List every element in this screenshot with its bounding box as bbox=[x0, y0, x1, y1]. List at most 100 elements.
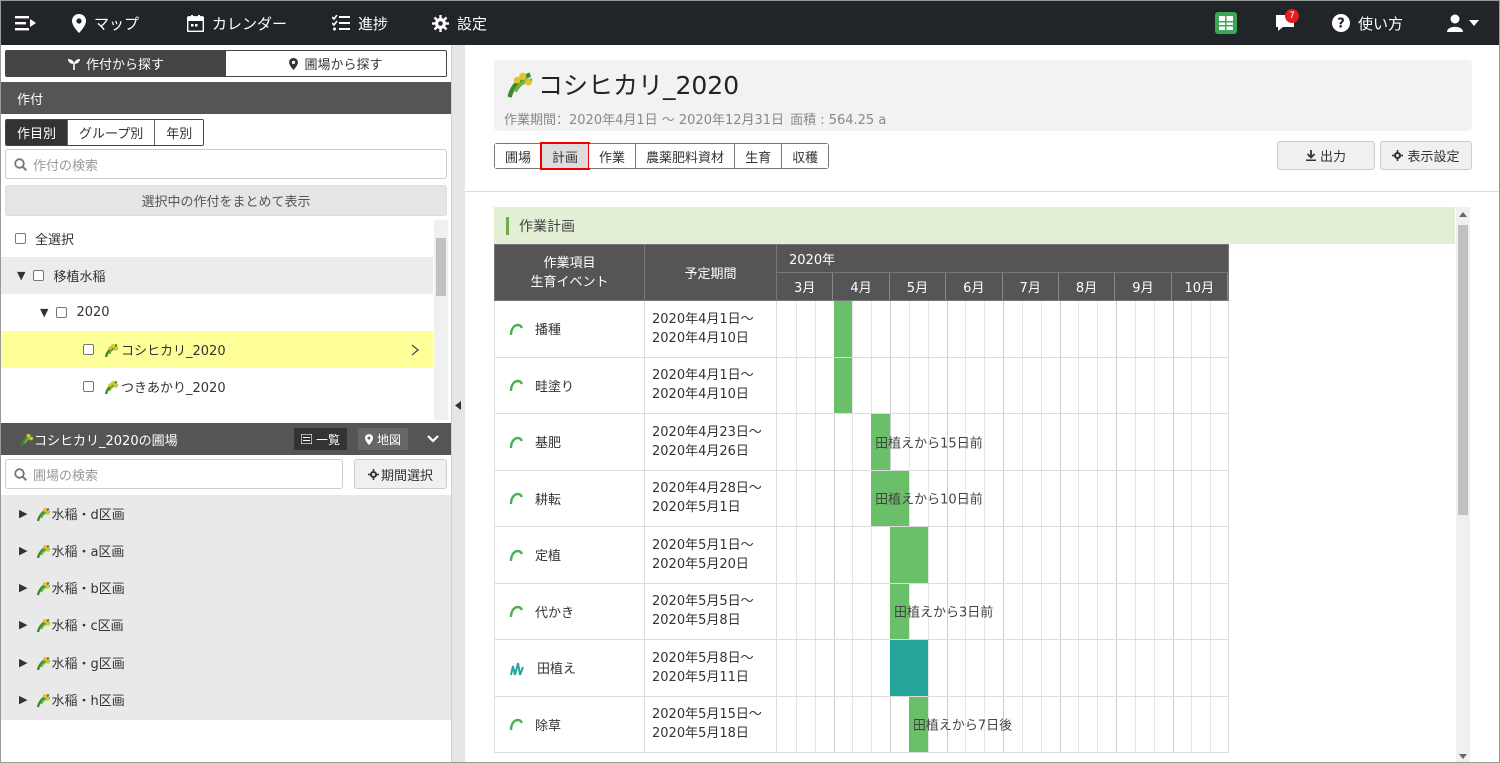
schedule-bar[interactable] bbox=[833, 357, 853, 413]
crop-section-header: 作付 bbox=[1, 82, 451, 114]
sprout-icon bbox=[509, 493, 523, 505]
relative-timing-label: 田植えから10日前 bbox=[875, 492, 983, 508]
grid-line bbox=[1078, 301, 1080, 357]
expand-triangle-icon[interactable]: ▶ bbox=[19, 656, 27, 669]
user-menu[interactable] bbox=[1447, 1, 1487, 45]
scroll-thumb[interactable] bbox=[436, 238, 446, 296]
tab-materials[interactable]: 農薬肥料資材 bbox=[636, 144, 736, 168]
fields-header-title: コシヒカリ_2020の圃場 bbox=[34, 433, 178, 449]
collapse-left-icon[interactable] bbox=[455, 401, 461, 410]
gantt-row[interactable]: 基肥 2020年4月23日〜 2020年4月26日 田植えから15日前 bbox=[494, 413, 1229, 471]
grid-line bbox=[795, 301, 797, 357]
tree-year-row[interactable]: ▼ 2020 bbox=[1, 294, 433, 331]
seedling-icon bbox=[67, 58, 80, 70]
search-by-field-tab[interactable]: 圃場から探す bbox=[226, 51, 446, 76]
tab-by-crop-type[interactable]: 作目別 bbox=[6, 120, 69, 145]
period-cell: 2020年5月5日〜 2020年5月8日 bbox=[644, 582, 777, 640]
tab-plan[interactable]: 計画 bbox=[540, 142, 591, 170]
tab-growth[interactable]: 生育 bbox=[735, 144, 783, 168]
tab-work[interactable]: 作業 bbox=[589, 144, 637, 168]
grid-line bbox=[1191, 357, 1193, 413]
scroll-up-icon[interactable] bbox=[1459, 212, 1467, 217]
nav-calendar[interactable]: カレンダー bbox=[187, 1, 287, 45]
view-map-button[interactable]: 地図 bbox=[358, 428, 409, 450]
gantt-row[interactable]: 田植え 2020年5月8日〜 2020年5月11日 bbox=[494, 639, 1229, 697]
field-item[interactable]: ▶ 水稲・h区画 bbox=[1, 681, 451, 718]
tab-by-group[interactable]: グループ別 bbox=[68, 120, 156, 145]
grid-line bbox=[1078, 696, 1080, 752]
grid-line bbox=[1153, 357, 1155, 413]
group-checkbox[interactable] bbox=[33, 270, 45, 281]
sprout-icon bbox=[509, 323, 523, 335]
panel-divider[interactable] bbox=[451, 45, 465, 762]
menu-toggle-icon[interactable] bbox=[15, 1, 45, 45]
tab-fields[interactable]: 圃場 bbox=[495, 144, 543, 168]
tab-harvest[interactable]: 収穫 bbox=[782, 144, 829, 168]
field-item[interactable]: ▶ 水稲・a区画 bbox=[1, 532, 451, 569]
col-header-item: 作業項目 生育イベント bbox=[494, 244, 645, 301]
field-item[interactable]: ▶ 水稲・b区画 bbox=[1, 569, 451, 606]
schedule-bar[interactable] bbox=[833, 301, 853, 357]
gantt-row[interactable]: 定植 2020年5月1日〜 2020年5月20日 bbox=[494, 526, 1229, 584]
nav-help[interactable]: ? 使い方 bbox=[1332, 1, 1403, 45]
gantt-row[interactable]: 畦塗り 2020年4月1日〜 2020年4月10日 bbox=[494, 356, 1229, 414]
chevron-down-icon[interactable] bbox=[427, 435, 439, 443]
grid-line bbox=[814, 301, 816, 357]
view-list-button[interactable]: 一覧 bbox=[294, 428, 348, 450]
nav-settings[interactable]: 設定 bbox=[432, 1, 487, 45]
gantt-row[interactable]: 代かき 2020年5月5日〜 2020年5月8日 田植えから3日前 bbox=[494, 582, 1229, 640]
export-button[interactable]: 出力 bbox=[1277, 141, 1375, 170]
grid-line bbox=[1097, 696, 1099, 752]
crop-tree-scrollbar[interactable] bbox=[434, 220, 448, 420]
expand-triangle-icon[interactable]: ▼ bbox=[40, 306, 48, 319]
gantt-row[interactable]: 播種 2020年4月1日〜 2020年4月10日 bbox=[494, 300, 1229, 358]
period-select-button[interactable]: 期間選択 bbox=[354, 459, 447, 489]
select-all-row[interactable]: 全選択 bbox=[1, 220, 433, 257]
spreadsheet-app-icon[interactable] bbox=[1215, 1, 1245, 45]
schedule-bar[interactable] bbox=[890, 527, 928, 583]
grid-line bbox=[1097, 583, 1099, 639]
sprout-icon bbox=[509, 549, 523, 561]
expand-triangle-icon[interactable]: ▶ bbox=[19, 693, 27, 706]
crop-checkbox[interactable] bbox=[83, 381, 94, 392]
gantt-row[interactable]: 耕転 2020年4月28日〜 2020年5月1日 田植えから10日前 bbox=[494, 469, 1229, 527]
scroll-down-icon[interactable] bbox=[1459, 754, 1467, 759]
field-item[interactable]: ▶ 水稲・g区画 bbox=[1, 644, 451, 681]
col-item-label: 作業項目 bbox=[543, 255, 596, 271]
tree-crop-item[interactable]: コシヒカリ_2020 bbox=[1, 331, 433, 368]
search-by-crop-tab[interactable]: 作付から探す bbox=[6, 51, 226, 76]
nav-progress[interactable]: 進捗 bbox=[332, 1, 388, 45]
nav-map[interactable]: マップ bbox=[72, 1, 139, 45]
main-scrollbar[interactable] bbox=[1456, 207, 1470, 762]
select-all-checkbox[interactable] bbox=[15, 233, 26, 244]
rice-plant-icon bbox=[104, 380, 119, 394]
notifications-button[interactable]: 7 bbox=[1275, 1, 1303, 45]
tree-group-row[interactable]: ▼ 移植水稲 bbox=[1, 257, 433, 294]
scroll-thumb[interactable] bbox=[1458, 225, 1468, 515]
expand-triangle-icon[interactable]: ▶ bbox=[19, 544, 27, 557]
crop-checkbox[interactable] bbox=[83, 344, 94, 355]
grid-line bbox=[1040, 527, 1042, 583]
expand-triangle-icon[interactable]: ▶ bbox=[19, 618, 27, 631]
schedule-bar[interactable] bbox=[890, 640, 928, 696]
month-header-row: 3月 4月 5月 6月 7月 8月 9月 10月 bbox=[777, 273, 1228, 300]
field-item[interactable]: ▶ 水稲・d区画 bbox=[1, 495, 451, 532]
tree-crop-item[interactable]: つきあかり_2020 bbox=[1, 368, 433, 405]
display-settings-button[interactable]: 表示設定 bbox=[1380, 141, 1472, 170]
show-selected-crops-button[interactable]: 選択中の作付をまとめて表示 bbox=[5, 185, 447, 216]
expand-triangle-icon[interactable]: ▼ bbox=[17, 269, 25, 282]
grid-line bbox=[1021, 357, 1023, 413]
svg-text:?: ? bbox=[1337, 17, 1345, 32]
crop-search-input[interactable]: 作付の検索 bbox=[5, 149, 447, 179]
tab-by-year[interactable]: 年別 bbox=[155, 120, 204, 145]
gantt-row[interactable]: 除草 2020年5月15日〜 2020年5月18日 田植えから7日後 bbox=[494, 695, 1229, 753]
expand-triangle-icon[interactable]: ▶ bbox=[19, 581, 27, 594]
task-name: 代かき bbox=[535, 605, 575, 621]
page-title: コシヒカリ_2020 bbox=[504, 66, 739, 102]
grid-line bbox=[795, 583, 797, 639]
grid-line bbox=[927, 640, 929, 696]
year-checkbox[interactable] bbox=[56, 307, 68, 318]
field-item[interactable]: ▶ 水稲・c区画 bbox=[1, 606, 451, 643]
expand-triangle-icon[interactable]: ▶ bbox=[19, 507, 27, 520]
field-search-input[interactable]: 圃場の検索 bbox=[5, 459, 343, 489]
